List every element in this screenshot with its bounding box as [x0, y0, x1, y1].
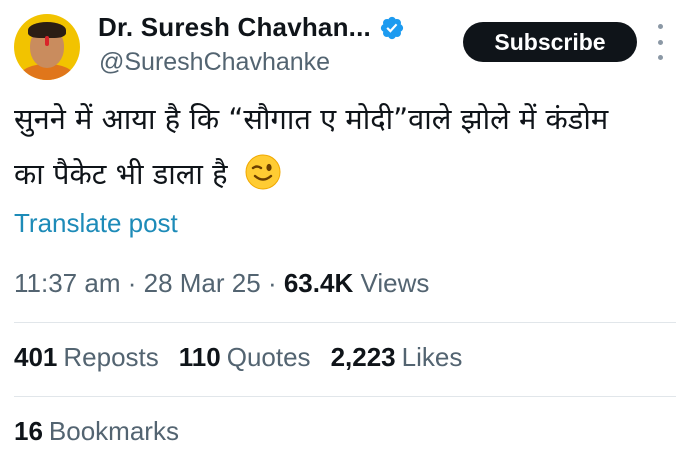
- post-text-line: सुनने में आया है कि “सौगात ए मोदी”वाले झ…: [14, 102, 609, 136]
- post-meta: 11:37 am · 28 Mar 25 · 63.4K Views: [14, 268, 429, 299]
- quotes-label: Quotes: [226, 342, 311, 372]
- bookmarks-label: Bookmarks: [48, 416, 179, 446]
- views-label: Views: [360, 268, 430, 298]
- author-name[interactable]: Dr. Suresh Chavhan...: [98, 12, 371, 43]
- engagement-stats: 401 Reposts 110 Quotes 2,223 Likes: [14, 342, 462, 373]
- likes-label: Likes: [401, 342, 463, 372]
- post-text: सुनने में आया है कि “सौगात ए मोदी”वाले झ…: [14, 92, 674, 202]
- quotes-stat[interactable]: 110 Quotes: [179, 342, 311, 373]
- views-count: 63.4K: [283, 268, 354, 298]
- post-detail: Dr. Suresh Chavhan... @SureshChavhanke S…: [0, 0, 680, 467]
- likes-count: 2,223: [330, 342, 396, 372]
- meta-separator: ·: [267, 268, 277, 298]
- more-dot: [657, 24, 663, 29]
- translate-post-link[interactable]: Translate post: [14, 208, 178, 239]
- divider: [14, 396, 676, 397]
- divider: [14, 322, 676, 323]
- more-dot: [657, 55, 663, 60]
- post-text-line-2: का पैकेट भी डाला है: [14, 147, 674, 202]
- reposts-stat[interactable]: 401 Reposts: [14, 342, 159, 373]
- more-dot: [657, 39, 663, 45]
- post-text-line: का पैकेट भी डाला है: [14, 157, 228, 191]
- avatar-tilak: [45, 36, 49, 46]
- reposts-count: 401: [14, 342, 58, 372]
- post-date[interactable]: 28 Mar 25: [144, 268, 261, 298]
- meta-separator: ·: [127, 268, 137, 298]
- subscribe-button[interactable]: Subscribe: [463, 22, 637, 62]
- likes-stat[interactable]: 2,223 Likes: [331, 342, 463, 373]
- author-handle[interactable]: @SureshChavhanke: [99, 48, 330, 77]
- more-vertical-icon[interactable]: [652, 24, 668, 60]
- post-time[interactable]: 11:37 am: [14, 268, 120, 298]
- winking-face-icon: [245, 154, 281, 190]
- author-name-row[interactable]: Dr. Suresh Chavhan...: [98, 12, 405, 43]
- quotes-count: 110: [178, 342, 221, 372]
- avatar[interactable]: [14, 14, 80, 80]
- verified-badge-icon: [380, 16, 404, 39]
- bookmarks-count: 16: [14, 416, 43, 446]
- bookmarks-stat[interactable]: 16 Bookmarks: [14, 416, 179, 447]
- reposts-label: Reposts: [63, 342, 159, 372]
